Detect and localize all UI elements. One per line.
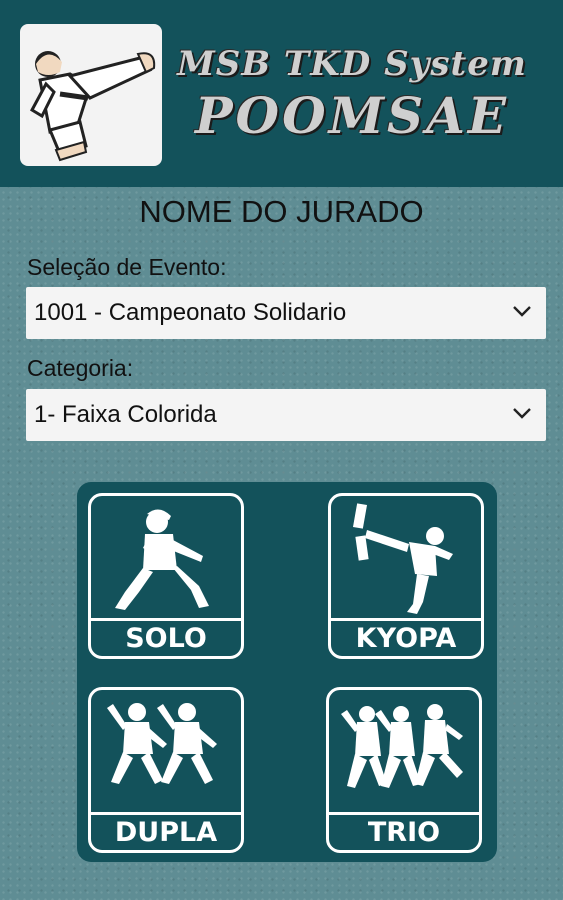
event-select-label: Seleção de Evento:	[27, 254, 227, 280]
kyopa-board-break-icon	[352, 503, 453, 614]
event-select-value: 1001 - Campeonato Solidario	[34, 299, 347, 326]
kyopa-mode-button[interactable]: KYOPA	[328, 493, 484, 659]
category-select-value: 1- Faixa Colorida	[34, 401, 217, 428]
dupla-pair-figures-icon	[107, 703, 217, 784]
solo-mode-label: SOLO	[91, 618, 241, 656]
category-select-label: Categoria:	[27, 355, 134, 381]
solo-mode-button[interactable]: SOLO	[88, 493, 244, 659]
trio-mode-label: TRIO	[329, 812, 479, 850]
judge-name-heading: NOME DO JURADO	[139, 194, 424, 229]
competition-mode-panel: SOLO KYOPA DUPLA TRIO	[77, 482, 497, 862]
brand-line-poomsae: POOMSAE	[194, 86, 510, 145]
chevron-down-icon	[513, 306, 531, 317]
kyopa-mode-label: KYOPA	[331, 618, 481, 656]
event-select[interactable]: 1001 - Campeonato Solidario	[26, 287, 546, 339]
trio-group-figures-icon	[341, 704, 463, 788]
category-select[interactable]: 1- Faixa Colorida	[26, 389, 546, 441]
taekwondo-kick-logo-icon	[20, 24, 162, 166]
brand-line-system: MSB TKD System	[177, 44, 527, 84]
trio-mode-button[interactable]: TRIO	[326, 687, 482, 853]
dupla-mode-label: DUPLA	[91, 812, 241, 850]
chevron-down-icon	[513, 408, 531, 419]
app-brand-title: MSB TKD System POOMSAE	[172, 44, 532, 145]
app-header: MSB TKD System POOMSAE	[0, 0, 563, 187]
dupla-mode-button[interactable]: DUPLA	[88, 687, 244, 853]
solo-figure-icon	[115, 509, 209, 610]
